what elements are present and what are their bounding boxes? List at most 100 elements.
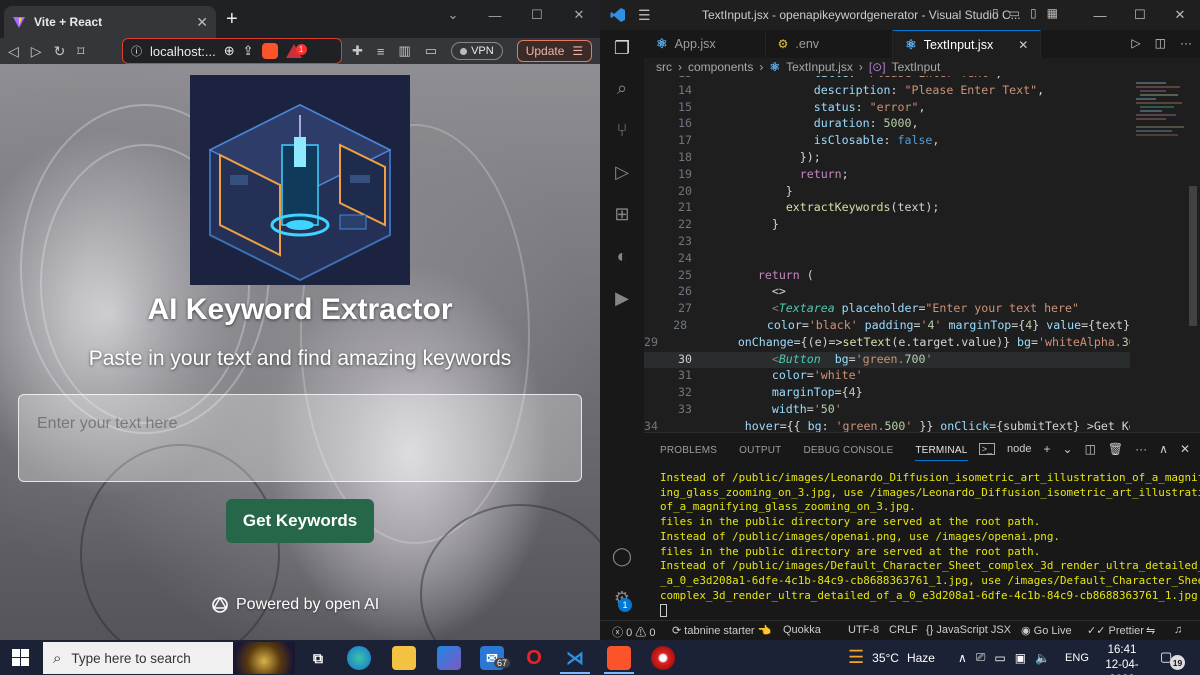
vpn-button[interactable]: VPN bbox=[451, 42, 503, 60]
line-number[interactable]: 24 bbox=[644, 251, 700, 268]
code-line[interactable]: 29 onChange={(e)=>setText(e.target.value… bbox=[644, 335, 1130, 352]
remote-explorer-icon[interactable]: ◐ bbox=[610, 244, 634, 268]
line-number[interactable]: 21 bbox=[644, 200, 700, 217]
feedback-icon[interactable]: ⇋ bbox=[1146, 624, 1155, 637]
task-view-icon[interactable]: ⧉ bbox=[306, 646, 330, 670]
file-explorer-icon[interactable] bbox=[392, 646, 416, 670]
live-share-icon[interactable]: ▶ bbox=[610, 286, 634, 310]
code-line[interactable]: 28 color='black' padding='4' marginTop={… bbox=[644, 318, 1130, 335]
split-editor-icon[interactable]: ◫ bbox=[1155, 36, 1166, 50]
text-input-area[interactable] bbox=[18, 394, 582, 482]
brave-taskbar-icon[interactable] bbox=[607, 646, 631, 670]
forward-icon[interactable]: ▷ bbox=[31, 43, 42, 60]
back-icon[interactable]: ◁ bbox=[8, 43, 19, 60]
close-icon[interactable]: ✕ bbox=[558, 0, 600, 30]
code-line[interactable]: 23 bbox=[644, 234, 1130, 251]
tab-textinput-jsx[interactable]: ⚛ TextInput.jsx ✕ bbox=[893, 30, 1042, 58]
battery-icon[interactable]: ▭ bbox=[994, 651, 1005, 665]
prettier-status[interactable]: ✓✓ Prettier bbox=[1087, 624, 1144, 637]
edge-browser-icon[interactable] bbox=[347, 646, 371, 670]
breadcrumb-item[interactable]: TextInput bbox=[892, 60, 941, 74]
line-number[interactable]: 16 bbox=[644, 116, 700, 133]
line-number[interactable]: 34 bbox=[644, 419, 666, 432]
more-actions-icon[interactable]: ··· bbox=[1180, 36, 1192, 50]
code-line[interactable]: 16 duration: 5000, bbox=[644, 116, 1130, 133]
get-keywords-button[interactable]: Get Keywords bbox=[226, 499, 374, 543]
toggle-secondary-sidebar-icon[interactable]: ▯ bbox=[1030, 6, 1037, 20]
breadcrumb-item[interactable]: src bbox=[656, 60, 672, 74]
tab-terminal[interactable]: TERMINAL bbox=[915, 445, 968, 461]
more-actions-icon[interactable]: ··· bbox=[1135, 442, 1147, 456]
address-bar[interactable]: ⓘ localhost:... ⊕ ⇪ 1 bbox=[122, 38, 342, 64]
tab-debug-console[interactable]: DEBUG CONSOLE bbox=[803, 445, 893, 461]
code-line[interactable]: 31 color='white' bbox=[644, 368, 1130, 385]
code-line[interactable]: 22 } bbox=[644, 217, 1130, 234]
meet-icon[interactable]: ⎚ bbox=[976, 650, 986, 665]
line-number[interactable]: 22 bbox=[644, 217, 700, 234]
line-number[interactable]: 31 bbox=[644, 368, 700, 385]
code-line[interactable]: 34 _hover={{ bg: 'green.500' }} onClick=… bbox=[644, 419, 1130, 432]
chevron-down-icon[interactable]: ⌄ bbox=[1063, 442, 1073, 456]
line-number[interactable]: 14 bbox=[644, 83, 700, 100]
line-number[interactable]: 20 bbox=[644, 184, 700, 201]
code-line[interactable]: 30 <Button bg='green.700' bbox=[644, 351, 1130, 369]
breadcrumb-item[interactable]: components bbox=[688, 60, 753, 74]
notification-center-icon[interactable]: ▢ 19 bbox=[1160, 649, 1186, 670]
line-number[interactable]: 30 bbox=[644, 352, 700, 369]
brave-shields-icon[interactable] bbox=[261, 43, 278, 59]
code-line[interactable]: 21 extractKeywords(text); bbox=[644, 200, 1130, 217]
menu-icon[interactable]: ☰ bbox=[638, 7, 651, 24]
accounts-icon[interactable]: ◯ bbox=[610, 544, 634, 568]
line-number[interactable]: 28 bbox=[644, 318, 695, 335]
bookmark-icon[interactable]: ⌑ bbox=[77, 43, 84, 60]
reload-icon[interactable]: ↻ bbox=[54, 43, 66, 60]
zoom-icon[interactable]: ⊕ bbox=[224, 43, 235, 59]
run-icon[interactable]: ▷ bbox=[1131, 36, 1140, 50]
quokka-status[interactable]: Quokka bbox=[783, 624, 821, 636]
code-line[interactable]: 19 return; bbox=[644, 167, 1130, 184]
weather-widget[interactable]: ☰ 35°C Haze bbox=[848, 640, 935, 675]
record-app-icon[interactable] bbox=[651, 646, 675, 670]
code-line[interactable]: 33 width='50' bbox=[644, 402, 1130, 419]
customize-layout-icon[interactable]: ▦ bbox=[1047, 6, 1058, 20]
new-terminal-icon[interactable]: + bbox=[1043, 442, 1050, 456]
line-number[interactable]: 23 bbox=[644, 234, 700, 251]
line-number[interactable]: 33 bbox=[644, 402, 700, 419]
code-line[interactable]: 25 return ( bbox=[644, 268, 1130, 285]
close-icon[interactable]: ✕ bbox=[1160, 0, 1200, 30]
chevron-up-icon[interactable]: ∧ bbox=[958, 651, 967, 665]
tabnine-status[interactable]: ⟳ tabnine starter 👈 bbox=[672, 624, 771, 637]
line-number[interactable]: 27 bbox=[644, 301, 700, 318]
line-number[interactable]: 17 bbox=[644, 133, 700, 150]
maximize-icon[interactable]: ☐ bbox=[1120, 0, 1160, 30]
update-button[interactable]: Update ☰ bbox=[516, 40, 593, 62]
code-line[interactable]: 17 isClosable: false, bbox=[644, 133, 1130, 150]
toggle-panel-icon[interactable]: ▭ bbox=[1009, 6, 1020, 20]
taskbar-clock[interactable]: 16:41 12-04-2023 bbox=[1094, 643, 1150, 675]
close-tab-icon[interactable]: ✕ bbox=[1018, 38, 1028, 52]
new-tab-icon[interactable]: + bbox=[226, 8, 238, 31]
encoding-status[interactable]: UTF-8 bbox=[848, 624, 879, 636]
tab-app-jsx[interactable]: ⚛ App.jsx bbox=[644, 30, 766, 58]
minimize-icon[interactable]: — bbox=[474, 0, 516, 30]
extensions-icon[interactable]: ⊞ bbox=[610, 202, 634, 226]
line-number[interactable]: 32 bbox=[644, 385, 700, 402]
code-line[interactable]: 18 }); bbox=[644, 150, 1130, 167]
notifications-bell-icon[interactable]: ♫ bbox=[1174, 624, 1182, 636]
terminal-cursor[interactable] bbox=[660, 603, 1190, 618]
search-icon[interactable]: ⌕ bbox=[610, 76, 634, 100]
minimize-icon[interactable]: — bbox=[1080, 0, 1120, 30]
go-live-status[interactable]: ◉ Go Live bbox=[1021, 624, 1072, 637]
line-number[interactable]: 25 bbox=[644, 268, 700, 285]
close-panel-icon[interactable]: ✕ bbox=[1180, 442, 1190, 456]
language-status[interactable]: {} JavaScript JSX bbox=[926, 624, 1011, 636]
playlist-icon[interactable]: ≡ bbox=[377, 44, 385, 59]
volume-icon[interactable]: 🔈 bbox=[1035, 651, 1050, 665]
line-number[interactable]: 18 bbox=[644, 150, 700, 167]
terminal-name[interactable]: node bbox=[1007, 443, 1031, 455]
line-number[interactable]: 19 bbox=[644, 167, 700, 184]
split-terminal-icon[interactable]: ◫ bbox=[1085, 442, 1096, 456]
editor-scrollbar[interactable] bbox=[1188, 76, 1198, 432]
sidebar-icon[interactable]: ▥ bbox=[399, 43, 411, 59]
store-icon[interactable] bbox=[437, 646, 461, 670]
